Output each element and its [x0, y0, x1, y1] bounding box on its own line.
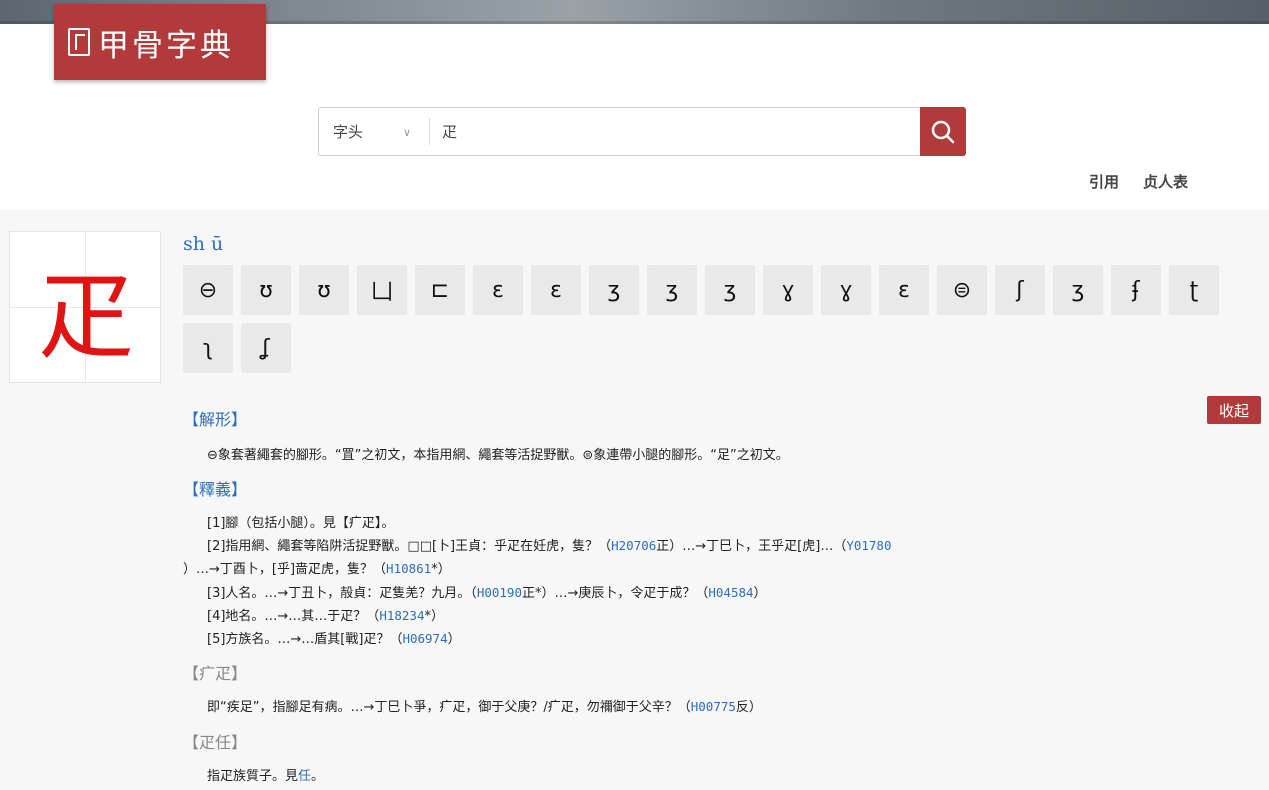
site-logo[interactable]: 甲骨字典 [54, 4, 266, 80]
section-title-shiyi: 【釋義】 [183, 480, 248, 499]
character-box: 疋 [9, 231, 161, 383]
oracle-glyph[interactable]: ʒ [647, 265, 697, 315]
oracle-glyph[interactable]: 凵 [357, 265, 407, 315]
search-bar: 字头 ∨ [318, 107, 966, 156]
oracle-glyph[interactable]: ɛ [879, 265, 929, 315]
character-link[interactable]: 任 [298, 769, 311, 784]
oracle-ref-link[interactable]: H18234 [379, 608, 424, 623]
oracle-glyph[interactable]: ʅ [183, 323, 233, 373]
search-type-label: 字头 [333, 123, 364, 141]
top-links: 引用 贞人表 [1089, 171, 1188, 192]
oracle-glyph[interactable]: ɛ [473, 265, 523, 315]
nizheng-text: 即“疾足”，指腳足有病。…→丁巳卜爭，疒疋，御于父庚？/疒疋，勿禰御于父辛？（H… [207, 696, 762, 715]
oracle-glyph[interactable]: ⊜ [937, 265, 987, 315]
oracle-glyph[interactable]: ʒ [705, 265, 755, 315]
oracle-glyph[interactable]: ɣ [763, 265, 813, 315]
oracle-ref-link[interactable]: H00775 [691, 699, 736, 714]
definition-text: 即“疾足”，指腳足有病。…→丁巳卜爭，疒疋，御于父庚？/疒疋，勿禰御于父辛？（ [207, 700, 691, 715]
definition-text: ） [753, 586, 767, 601]
search-input[interactable] [430, 108, 920, 155]
definition-text: 指疋族質子。見 [207, 769, 299, 784]
definition-text: [3]人名。…→丁丑卜，㱿貞：疋隻羌？九月。（ [207, 586, 477, 601]
oracle-glyph[interactable]: ʆ [241, 323, 291, 373]
definition-text: 反） [735, 700, 762, 715]
oracle-glyph[interactable]: ʒ [1053, 265, 1103, 315]
oracle-glyph[interactable]: ʈ [1169, 265, 1219, 315]
definition-item: [2]指用網、繩套等陷阱活捉野獸。□□[卜]王貞：乎疋在妊虎，隻？（H20706… [207, 535, 891, 554]
oracle-glyph[interactable]: ʄ [1111, 265, 1161, 315]
search-button[interactable] [920, 107, 966, 156]
logo-text: 甲骨字典 [98, 27, 234, 64]
pinyin: sh ū [183, 233, 224, 255]
oracle-glyph[interactable]: ɣ [821, 265, 871, 315]
definition-item: [1]腳（包括小腿）。見【疒疋】。 [207, 512, 394, 531]
cite-link[interactable]: 引用 [1089, 171, 1119, 192]
definition-text: [5]方族名。…→…盾其[戰]疋？（ [207, 632, 403, 647]
book-icon [68, 28, 90, 56]
definition-text: [2]指用網、繩套等陷阱活捉野獸。□□[卜]王貞：乎疋在妊虎，隻？（ [207, 539, 612, 554]
oracle-ref-link[interactable]: H06974 [402, 631, 447, 646]
oracle-ref-link[interactable]: Y01780 [846, 538, 891, 553]
oracle-ref-link[interactable]: H20706 [611, 538, 656, 553]
subsection-title-zhengren: 【疋任】 [183, 733, 248, 752]
definition-item: ）…→丁酉卜，[乎]啬疋虎，隻？（H10861*） [183, 558, 451, 577]
oracle-glyph[interactable]: ʒ [589, 265, 639, 315]
definition-text: *） [431, 562, 451, 577]
oracle-ref-link[interactable]: H10861 [386, 561, 431, 576]
oracle-glyph[interactable]: ɛ [531, 265, 581, 315]
diviner-table-link[interactable]: 贞人表 [1143, 171, 1188, 192]
definition-text: ）…→丁酉卜，[乎]啬疋虎，隻？（ [183, 562, 387, 577]
definition-text: [4]地名。…→…其…于疋？（ [207, 609, 380, 624]
oracle-glyph[interactable]: ʊ [299, 265, 349, 315]
oracle-glyph[interactable]: ⊏ [415, 265, 465, 315]
definition-text: 。 [311, 769, 325, 784]
zhengren-text: 指疋族質子。見任。 [207, 765, 324, 784]
jiexing-text: ⊖象套著繩套的腳形。“罝”之初文，本指用網、繩套等活捉野獸。⊜象連帶小腿的腳形。… [207, 448, 789, 463]
oracle-glyph[interactable]: ʊ [241, 265, 291, 315]
search-type-select[interactable]: 字头 ∨ [319, 108, 429, 155]
subsection-title-nizheng: 【疒疋】 [183, 664, 248, 683]
definition-item: [4]地名。…→…其…于疋？（H18234*） [207, 605, 444, 624]
headword-character: 疋 [38, 260, 134, 373]
collapse-button[interactable]: 收起 [1207, 396, 1261, 424]
definition-text: [1]腳（包括小腿）。見【疒疋】。 [207, 516, 395, 531]
section-title-jiexing: 【解形】 [183, 410, 248, 429]
definition-item: [3]人名。…→丁丑卜，㱿貞：疋隻羌？九月。（H00190正*）…→庚辰卜，令疋… [207, 582, 767, 601]
oracle-glyph-list: ⊖ ʊ ʊ 凵 ⊏ ɛ ɛ ʒ ʒ ʒ ɣ ɣ ɛ ⊜ ʃ ʒ ʄ ʈ ʅ ʆ [183, 265, 1223, 373]
oracle-glyph[interactable]: ⊖ [183, 265, 233, 315]
definition-text: 正*）…→庚辰卜，令疋于成？（ [521, 586, 709, 601]
search-icon [931, 120, 955, 143]
oracle-ref-link[interactable]: H04584 [708, 585, 753, 600]
definition-text: 正）…→丁巳卜，王乎疋[虎]…（ [656, 539, 847, 554]
oracle-ref-link[interactable]: H00190 [477, 585, 522, 600]
chevron-down-icon: ∨ [403, 126, 412, 139]
definition-item: [5]方族名。…→…盾其[戰]疋？（H06974） [207, 628, 461, 647]
oracle-glyph[interactable]: ʃ [995, 265, 1045, 315]
definition-text: ） [447, 632, 461, 647]
definition-text: *） [424, 609, 444, 624]
